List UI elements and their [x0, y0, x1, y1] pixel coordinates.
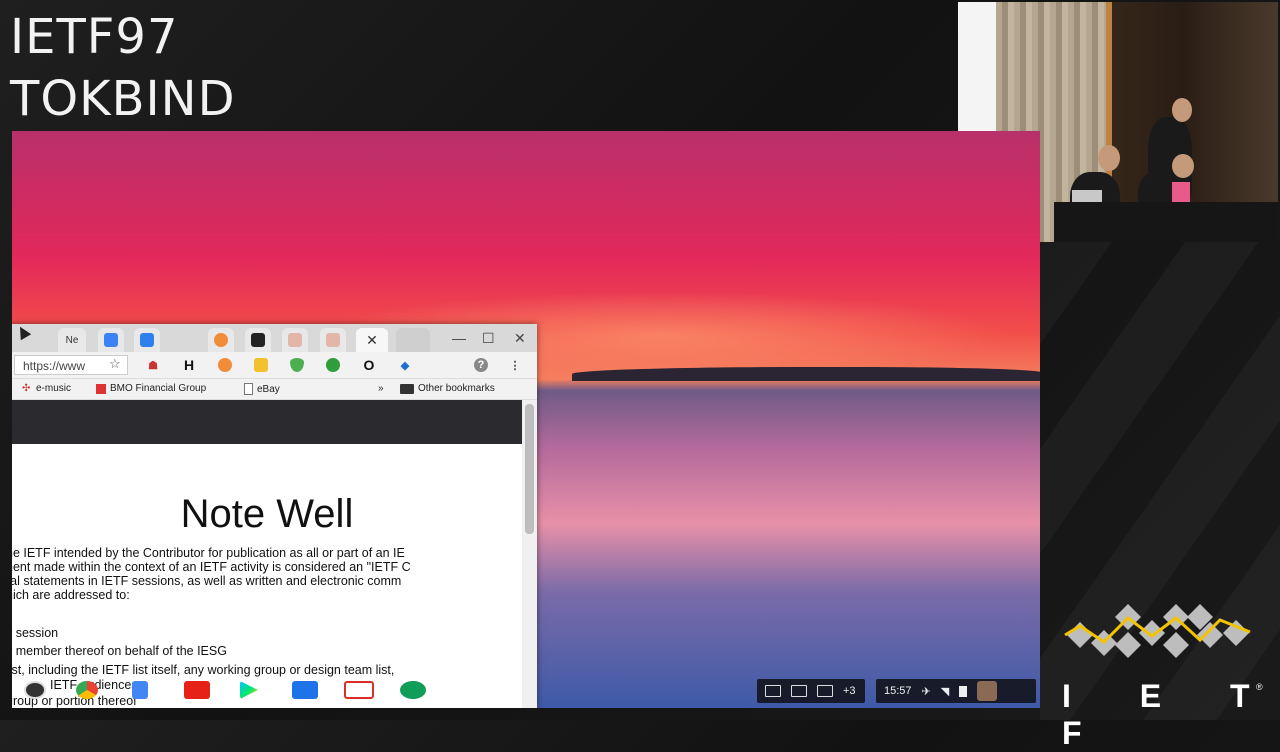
- bookmark-e-music[interactable]: ✣ e-music: [22, 383, 71, 394]
- page-icon: [244, 383, 253, 395]
- mouse-cursor-icon: [14, 324, 32, 341]
- e-music-icon: ✣: [22, 382, 31, 394]
- registered-mark: ®: [1256, 682, 1263, 692]
- chat-icon: [140, 333, 154, 347]
- avatar: [977, 681, 998, 701]
- close-tab-icon[interactable]: ✕: [366, 332, 378, 349]
- tab-chat[interactable]: [134, 328, 160, 352]
- green-circle-icon[interactable]: [326, 358, 340, 372]
- browser-window: Ne ✕ — ☐ ✕ https://www ☆ ☗ H O ◆ ? ⋮ ✣ e…: [12, 324, 537, 708]
- clock: 15:57: [884, 685, 912, 697]
- note-line: hich are addressed to:: [12, 588, 130, 602]
- shield-icon[interactable]: [290, 358, 304, 372]
- bookmark-label: BMO Financial Group: [110, 383, 207, 394]
- dropbox-icon: [104, 333, 118, 347]
- yellow-icon[interactable]: [254, 358, 268, 372]
- bookmark-other[interactable]: Other bookmarks: [400, 383, 495, 394]
- youtube-icon[interactable]: [184, 681, 210, 699]
- id-html-icon: [326, 333, 340, 347]
- gmail-icon[interactable]: [344, 681, 374, 699]
- help-icon[interactable]: ?: [474, 358, 488, 372]
- note-line: ral statements in IETF sessions, as well…: [12, 574, 402, 588]
- notifications-off-icon: ✈: [921, 685, 931, 698]
- panel-table: [1054, 202, 1278, 242]
- session-title: IETF97 TOKBIND: [10, 6, 236, 130]
- logo-diamond: [1115, 632, 1141, 658]
- h-icon[interactable]: H: [182, 357, 196, 373]
- orange-icon[interactable]: [218, 358, 232, 372]
- logo-diamond: [1163, 632, 1189, 658]
- tab-dropbox[interactable]: [98, 328, 124, 352]
- o-icon[interactable]: O: [362, 357, 376, 373]
- battery-icon: [959, 685, 968, 697]
- notification-count: +3: [843, 685, 856, 697]
- news-icon: [817, 685, 833, 697]
- note-line: y session: [12, 626, 59, 640]
- scrollbar-thumb[interactable]: [525, 404, 534, 534]
- app-shelf: [12, 673, 537, 708]
- chrome-icon[interactable]: [76, 681, 98, 699]
- island-silhouette: [572, 367, 1040, 381]
- folder-icon: [400, 383, 414, 394]
- page-title: Note Well: [180, 492, 354, 536]
- tab-strip: Ne ✕ — ☐ ✕: [12, 324, 537, 352]
- bookmarks-bar: ✣ e-music BMO Financial Group eBay » Oth…: [12, 379, 537, 400]
- web-page: Note Well he IETF intended by the Contri…: [12, 400, 522, 708]
- news-icon: [791, 685, 807, 697]
- tab-label: Ne: [65, 334, 79, 346]
- bookmark-ebay[interactable]: eBay: [244, 383, 280, 395]
- title-line-1: IETF97: [10, 9, 179, 65]
- ietf-logo-text: I E T F: [1062, 678, 1280, 751]
- menu-icon[interactable]: ⋮: [508, 358, 522, 372]
- mail-icon: [765, 685, 781, 697]
- tools-icon[interactable]: [292, 681, 318, 699]
- close-window-button[interactable]: ✕: [514, 330, 526, 347]
- blue-icon[interactable]: ◆: [398, 358, 412, 372]
- bmo-icon: [96, 383, 106, 394]
- at-icon: [214, 333, 228, 347]
- note-line: y member thereof on behalf of the IESG: [12, 644, 227, 658]
- note-line: nent made within the context of an IETF …: [12, 560, 411, 574]
- tab-m[interactable]: [245, 328, 271, 352]
- page-scrollbar[interactable]: [522, 400, 537, 708]
- id-html-icon: [288, 333, 302, 347]
- presenter-3-head: [1172, 154, 1194, 178]
- hangouts-icon[interactable]: [400, 681, 426, 699]
- status-tray[interactable]: 15:57 ✈ ◥: [876, 679, 1036, 703]
- minimize-button[interactable]: —: [452, 330, 466, 346]
- browser-toolbar: https://www ☆ ☗ H O ◆ ? ⋮: [12, 352, 537, 379]
- note-line: he IETF intended by the Contributor for …: [12, 546, 405, 560]
- bookmark-label: e-music: [36, 383, 72, 394]
- bookmark-label: Other bookmarks: [418, 383, 495, 394]
- tab-id-html-2[interactable]: [320, 328, 346, 352]
- title-line-2: TOKBIND: [10, 71, 236, 127]
- maximize-button[interactable]: ☐: [482, 330, 495, 347]
- ghost-icon[interactable]: ☗: [146, 358, 160, 372]
- bookmark-label: eBay: [257, 383, 280, 395]
- play-store-icon[interactable]: [240, 681, 258, 699]
- tab-at[interactable]: [208, 328, 234, 352]
- m-icon: [251, 333, 265, 347]
- tab-id-html-1[interactable]: [282, 328, 308, 352]
- projection-screen: [958, 2, 996, 132]
- logo-diamond: [1139, 620, 1165, 646]
- shared-desktop: Ne ✕ — ☐ ✕ https://www ☆ ☗ H O ◆ ? ⋮ ✣ e…: [12, 131, 1040, 708]
- presenter-1-head: [1098, 145, 1120, 171]
- tab-new[interactable]: Ne: [58, 328, 86, 352]
- docs-icon[interactable]: [132, 681, 148, 699]
- page-header-band: [12, 400, 522, 444]
- tab-active[interactable]: ✕: [356, 328, 388, 352]
- bookmarks-overflow[interactable]: »: [378, 383, 384, 394]
- bookmark-bmo[interactable]: BMO Financial Group: [96, 383, 206, 394]
- wifi-icon: ◥: [940, 685, 950, 698]
- presenter-2-head: [1172, 98, 1192, 122]
- bookmark-star-icon[interactable]: ☆: [109, 356, 121, 372]
- notification-tray[interactable]: +3: [757, 679, 865, 703]
- launcher-icon[interactable]: [24, 681, 46, 699]
- new-tab-button[interactable]: [396, 328, 430, 352]
